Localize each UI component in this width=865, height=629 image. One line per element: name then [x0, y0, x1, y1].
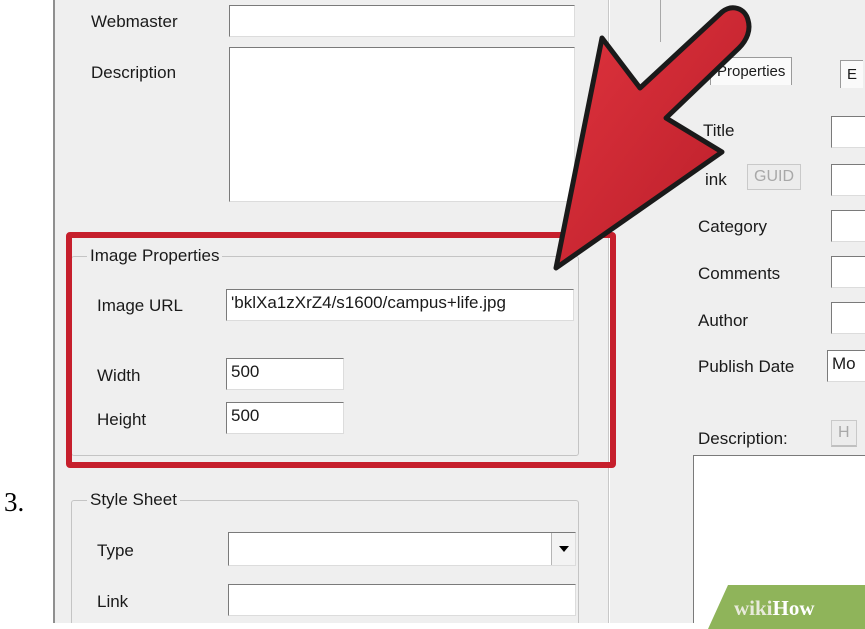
- wikihow-watermark: wikiHow: [734, 596, 815, 620]
- red-arrow-icon: [553, 5, 752, 271]
